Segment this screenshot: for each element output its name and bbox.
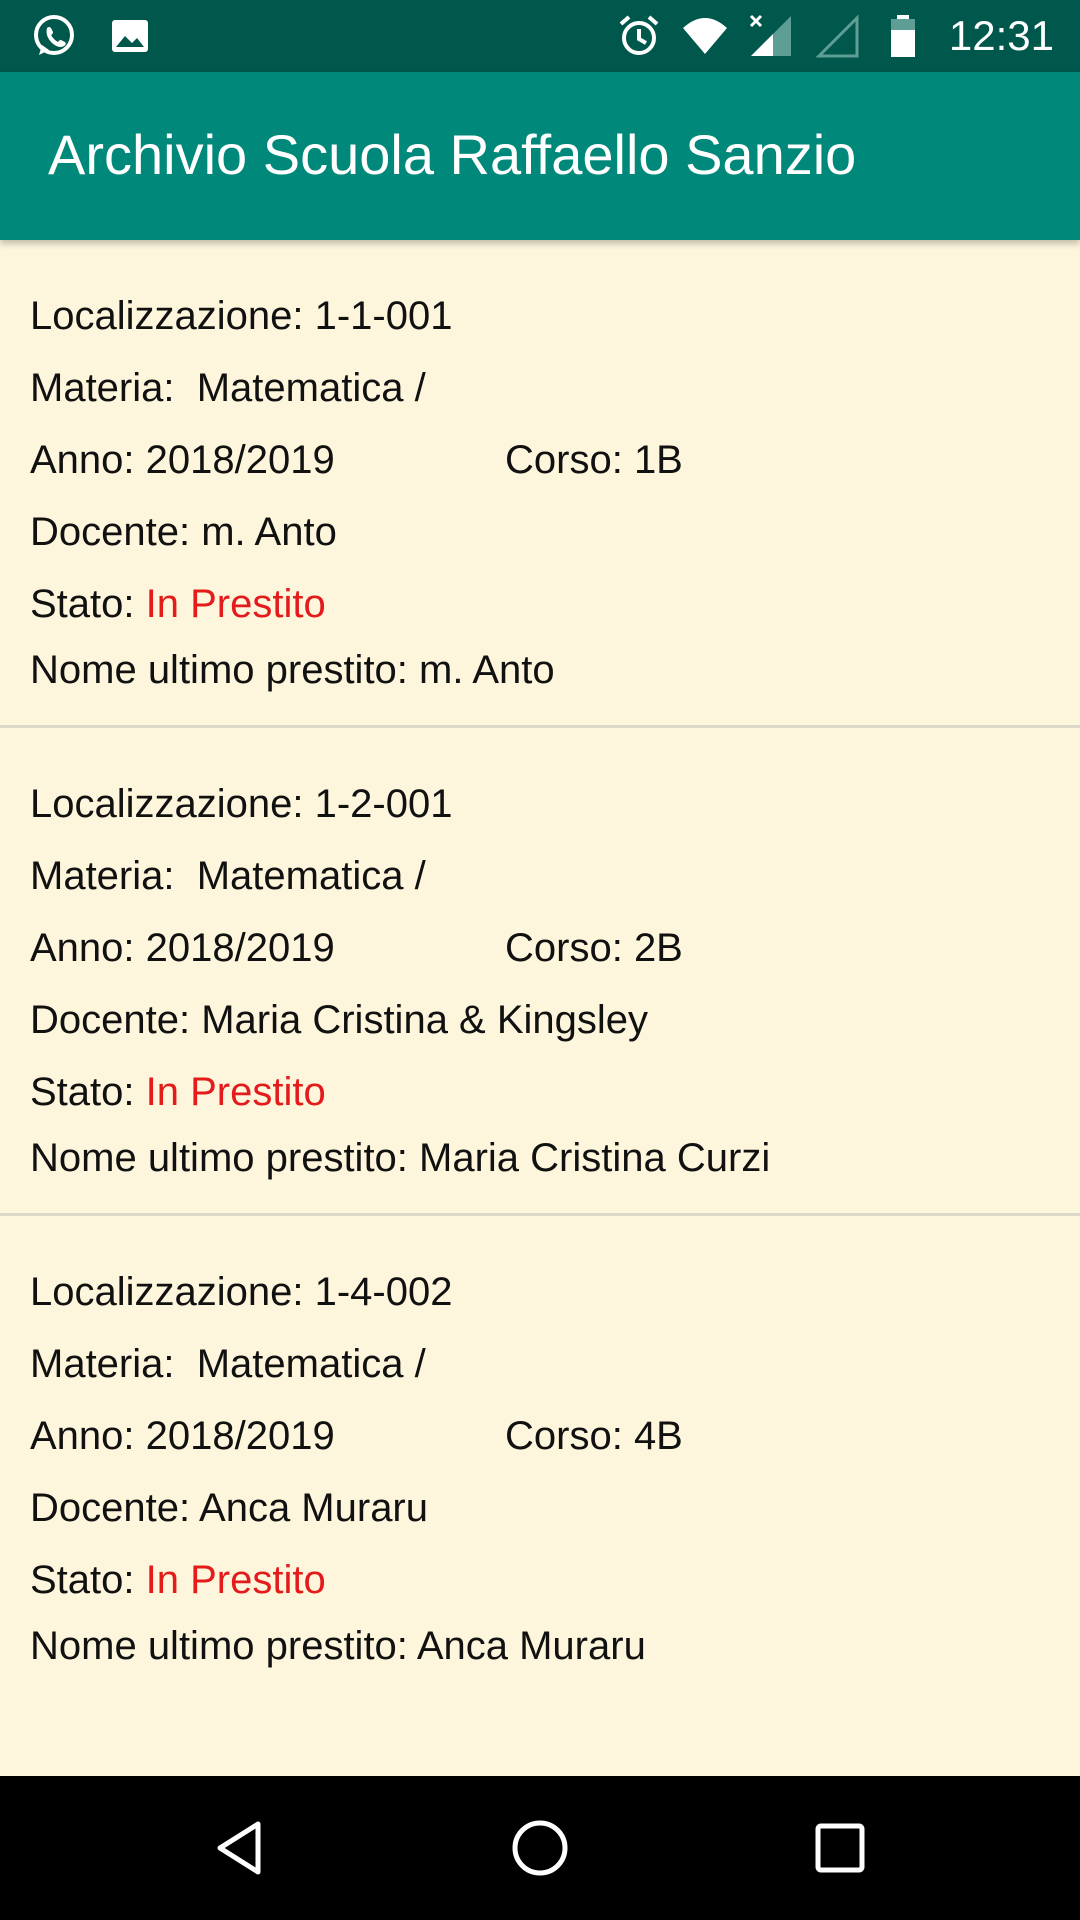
anno-value: 2018/2019 (145, 438, 335, 482)
ultimo-prestito-row: Nome ultimo prestito: Maria Cristina Cur… (30, 1134, 770, 1182)
ultimo-prestito-row: Nome ultimo prestito: m. Anto (30, 646, 555, 694)
materia-row: Materia: Matematica / (30, 852, 426, 900)
battery-icon (890, 15, 915, 57)
corso-row: Corso: 4B (505, 1412, 683, 1460)
localizzazione-row: Localizzazione: 1-4-002 (30, 1268, 452, 1316)
corso-row: Corso: 2B (505, 924, 683, 972)
corso-value: 2B (633, 926, 683, 970)
docente-row: Docente: Anca Muraru (30, 1484, 428, 1532)
home-icon[interactable] (508, 1816, 572, 1880)
signal-icon (749, 14, 791, 56)
materia-label: Materia: (30, 366, 197, 410)
stato-value: In Prestito (145, 1070, 326, 1114)
whatsapp-icon (34, 15, 74, 55)
ultimo-prestito-label: Nome ultimo prestito: (30, 1136, 420, 1180)
docente-label: Docente: (30, 510, 202, 554)
localizzazione-value: 1-4-002 (314, 1270, 453, 1314)
wifi-icon (682, 18, 727, 54)
image-icon (112, 20, 148, 52)
corso-label: Corso: (505, 438, 634, 482)
signal-empty-icon (815, 14, 859, 58)
materia-value: Matematica / (196, 1342, 426, 1386)
status-bar-notifications (30, 12, 154, 60)
corso-row: Corso: 1B (505, 436, 683, 484)
stato-row: Stato: In Prestito (30, 1068, 326, 1116)
anno-row: Anno: 2018/2019 (30, 436, 335, 484)
anno-label: Anno: (30, 438, 146, 482)
stato-value: In Prestito (145, 582, 326, 626)
docente-value: Maria Cristina & Kingsley (201, 998, 649, 1042)
corso-value: 4B (633, 1414, 683, 1458)
anno-row: Anno: 2018/2019 (30, 924, 335, 972)
localizzazione-row: Localizzazione: 1-1-001 (30, 292, 452, 340)
localizzazione-row: Localizzazione: 1-2-001 (30, 780, 452, 828)
alarm-icon (619, 15, 659, 55)
materia-value: Matematica / (196, 366, 426, 410)
navigation-bar (0, 1776, 1080, 1920)
record-card[interactable]: Localizzazione: 1-1-001 Materia: Matemat… (0, 240, 1080, 728)
records-list[interactable]: Localizzazione: 1-1-001 Materia: Matemat… (0, 240, 1080, 1776)
anno-label: Anno: (30, 1414, 146, 1458)
stato-row: Stato: In Prestito (30, 1556, 326, 1604)
record-card[interactable]: Localizzazione: 1-4-002 Materia: Matemat… (0, 1216, 1080, 1704)
ultimo-prestito-label: Nome ultimo prestito: (30, 1624, 417, 1668)
recents-icon[interactable] (808, 1816, 872, 1880)
status-bar: 12:31 (0, 0, 1080, 72)
status-bar-system: 12:31 (615, 10, 1054, 62)
record-card[interactable]: Localizzazione: 1-2-001 Materia: Matemat… (0, 728, 1080, 1216)
materia-label: Materia: (30, 854, 197, 898)
docente-label: Docente: (30, 1486, 200, 1530)
docente-row: Docente: m. Anto (30, 508, 337, 556)
docente-value: Anca Muraru (199, 1486, 428, 1530)
stato-value: In Prestito (145, 1558, 326, 1602)
app-title: Archivio Scuola Raffaello Sanzio (48, 123, 857, 186)
corso-value: 1B (633, 438, 683, 482)
localizzazione-value: 1-2-001 (314, 782, 453, 826)
corso-label: Corso: (505, 1414, 634, 1458)
localizzazione-label: Localizzazione: (30, 1270, 315, 1314)
stato-label: Stato: (30, 1070, 146, 1114)
anno-value: 2018/2019 (145, 1414, 335, 1458)
materia-row: Materia: Matematica / (30, 1340, 426, 1388)
ultimo-prestito-row: Nome ultimo prestito: Anca Muraru (30, 1622, 646, 1670)
stato-label: Stato: (30, 1558, 146, 1602)
docente-value: m. Anto (201, 510, 337, 554)
localizzazione-label: Localizzazione: (30, 782, 315, 826)
materia-row: Materia: Matematica / (30, 364, 426, 412)
anno-label: Anno: (30, 926, 146, 970)
materia-label: Materia: (30, 1342, 197, 1386)
ultimo-prestito-value: Maria Cristina Curzi (419, 1136, 771, 1180)
app-bar: Archivio Scuola Raffaello Sanzio (0, 72, 1080, 240)
anno-row: Anno: 2018/2019 (30, 1412, 335, 1460)
materia-value: Matematica / (196, 854, 426, 898)
ultimo-prestito-value: Anca Muraru (416, 1624, 646, 1668)
docente-row: Docente: Maria Cristina & Kingsley (30, 996, 648, 1044)
localizzazione-label: Localizzazione: (30, 294, 315, 338)
back-icon[interactable] (208, 1816, 272, 1880)
ultimo-prestito-value: m. Anto (419, 648, 555, 692)
clock: 12:31 (948, 12, 1054, 59)
corso-label: Corso: (505, 926, 634, 970)
anno-value: 2018/2019 (145, 926, 335, 970)
stato-row: Stato: In Prestito (30, 580, 326, 628)
ultimo-prestito-label: Nome ultimo prestito: (30, 648, 420, 692)
localizzazione-value: 1-1-001 (314, 294, 453, 338)
docente-label: Docente: (30, 998, 202, 1042)
stato-label: Stato: (30, 582, 146, 626)
